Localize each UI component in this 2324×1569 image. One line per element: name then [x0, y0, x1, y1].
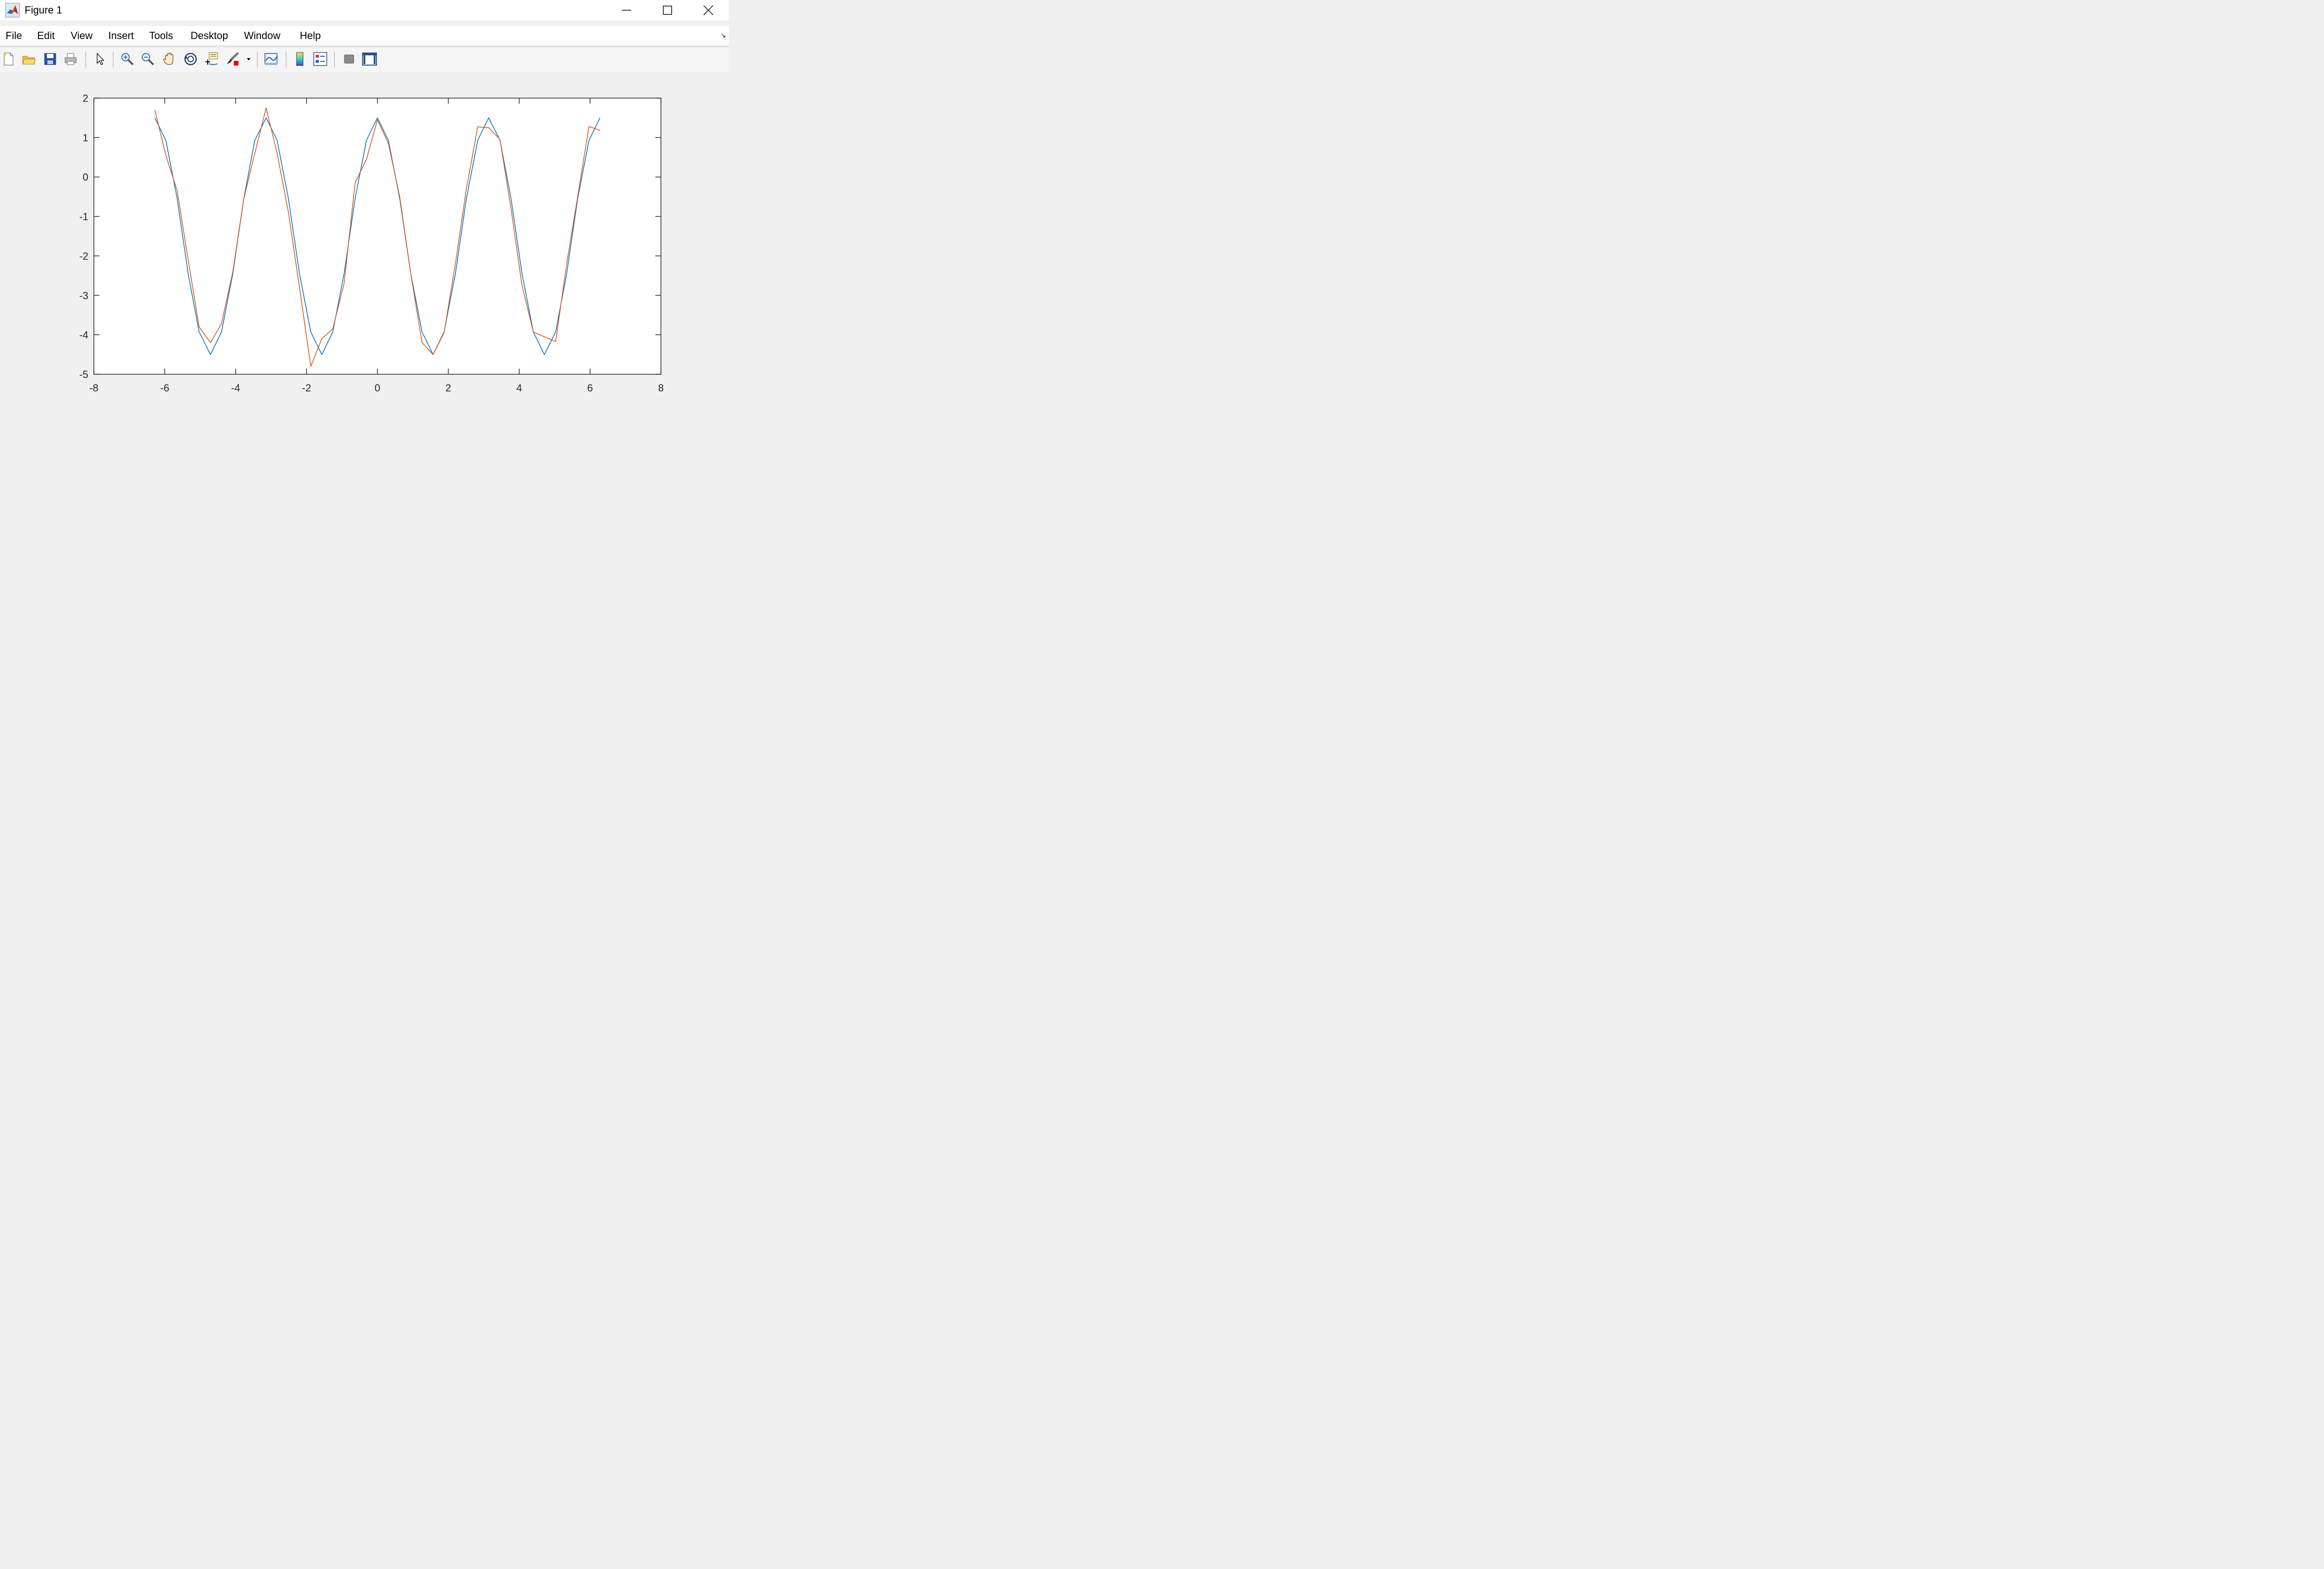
- show-plot-tools-icon: [362, 53, 377, 66]
- figure-toolbar: [0, 46, 729, 73]
- minimize-icon: [622, 10, 631, 11]
- save-icon: [44, 53, 56, 65]
- new-figure-button[interactable]: [0, 51, 17, 67]
- edit-plot-icon: [97, 53, 105, 65]
- figure-canvas[interactable]: -8 -6 -4 -2 0 2 4 6 8 2 1 0 -1 -2 -3 -4 -5: [0, 72, 729, 410]
- x-tick-label: -2: [302, 382, 311, 394]
- x-tick-label: -4: [231, 382, 240, 394]
- maximize-icon: [663, 6, 672, 15]
- window-title: Figure 1: [25, 4, 62, 16]
- axes-background[interactable]: [94, 98, 661, 374]
- rotate-3d-icon: [184, 53, 197, 66]
- save-button[interactable]: [42, 51, 59, 67]
- pan-button[interactable]: [161, 51, 178, 67]
- menu-bar: File Edit View Insert Tools Desktop Wind…: [0, 26, 729, 45]
- zoom-in-button[interactable]: [119, 51, 136, 67]
- x-tick-label: 8: [658, 382, 664, 394]
- zoom-out-button[interactable]: [139, 51, 156, 67]
- legend-button[interactable]: [312, 51, 329, 67]
- hide-plot-tools-button[interactable]: [341, 51, 357, 67]
- close-button[interactable]: [688, 0, 729, 20]
- print-button[interactable]: [62, 51, 79, 67]
- y-tick-label: 1: [83, 132, 88, 144]
- hide-plot-tools-icon: [344, 54, 354, 64]
- y-tick-label: -5: [79, 369, 88, 380]
- y-tick-label: -1: [79, 211, 88, 223]
- brush-dropdown-button[interactable]: [243, 51, 255, 67]
- menu-edit[interactable]: Edit: [37, 30, 55, 42]
- x-tick-label: -6: [160, 382, 170, 394]
- toolbar-separator: [334, 52, 335, 67]
- menu-file[interactable]: File: [6, 30, 22, 42]
- menu-insert[interactable]: Insert: [108, 30, 134, 42]
- menu-desktop[interactable]: Desktop: [191, 30, 228, 42]
- x-tick-label: 6: [587, 382, 593, 394]
- link-plot-icon: [264, 53, 277, 65]
- colorbar-button[interactable]: [291, 51, 308, 67]
- y-tick-label: 0: [83, 172, 88, 183]
- legend-icon: [313, 52, 327, 66]
- menu-view[interactable]: View: [71, 30, 92, 42]
- rotate-3d-button[interactable]: [182, 51, 199, 67]
- close-icon: [703, 5, 713, 15]
- y-tick-label: -4: [79, 329, 88, 341]
- x-tick-label: 2: [445, 382, 451, 394]
- data-cursor-button[interactable]: [203, 51, 219, 67]
- pan-icon: [163, 53, 173, 65]
- zoom-out-icon: [142, 53, 154, 66]
- data-cursor-icon: [205, 52, 218, 65]
- show-plot-tools-button[interactable]: [361, 51, 378, 67]
- brush-icon: [227, 52, 239, 66]
- y-tick-label: -3: [79, 290, 88, 301]
- matlab-icon[interactable]: [5, 3, 20, 18]
- x-tick-label: 0: [375, 382, 380, 394]
- brush-button[interactable]: [224, 51, 241, 67]
- dock-arrow-icon[interactable]: ↘: [720, 32, 726, 40]
- x-tick-label: 4: [516, 382, 522, 394]
- menu-help[interactable]: Help: [300, 30, 321, 42]
- edit-plot-button[interactable]: [92, 51, 108, 67]
- menu-tools[interactable]: Tools: [149, 30, 173, 42]
- link-plot-button[interactable]: [263, 51, 279, 67]
- y-tick-label: -2: [79, 250, 88, 262]
- menu-window[interactable]: Window: [244, 30, 280, 42]
- maximize-button[interactable]: [647, 0, 688, 20]
- y-tick-label: 2: [83, 93, 88, 104]
- chevron-down-icon: [247, 58, 251, 60]
- open-file-icon: [22, 56, 36, 65]
- minimize-button[interactable]: [606, 0, 647, 20]
- open-file-button[interactable]: [20, 51, 37, 67]
- x-tick-label: -8: [89, 382, 99, 394]
- zoom-in-icon: [121, 53, 134, 66]
- print-icon: [65, 53, 77, 65]
- colorbar-icon: [296, 52, 304, 66]
- title-bar: Figure 1: [0, 0, 729, 20]
- new-figure-icon: [3, 53, 13, 66]
- line-plot[interactable]: -8 -6 -4 -2 0 2 4 6 8 2 1 0 -1 -2 -3 -4 -5: [0, 72, 729, 410]
